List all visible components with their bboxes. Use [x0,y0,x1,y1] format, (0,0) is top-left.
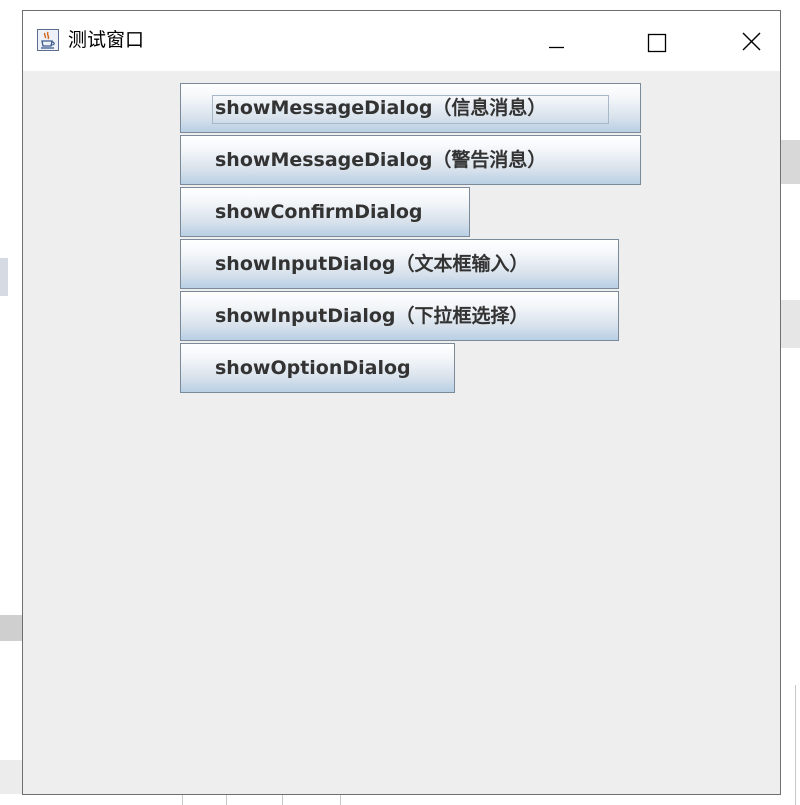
background-strip [0,760,22,794]
java-cup-icon [37,29,59,51]
button-label: showMessageDialog（警告消息） [215,149,547,171]
content-pane: showMessageDialog（信息消息） showMessageDialo… [23,71,780,794]
background-line [182,795,183,805]
background-line [340,795,341,805]
button-label: showInputDialog（文本框输入） [215,253,529,275]
desktop-background: 测试窗口 showMessageDialog（信息消息） showMessage… [0,0,800,805]
background-strip [0,258,8,296]
button-label: showInputDialog（下拉框选择） [215,305,529,327]
maximize-icon [647,33,667,53]
app-window: 测试窗口 showMessageDialog（信息消息） showMessage… [22,10,781,795]
show-message-dialog-warning-button[interactable]: showMessageDialog（警告消息） [180,135,641,185]
window-title: 测试窗口 [68,29,145,51]
title-bar[interactable]: 测试窗口 [23,11,780,71]
show-option-dialog-button[interactable]: showOptionDialog [180,343,455,393]
button-label: showConfirmDialog [215,201,423,223]
minimize-icon [549,46,564,49]
button-label: showMessageDialog（信息消息） [215,97,547,119]
close-icon [742,32,761,51]
background-strip [781,140,800,184]
show-confirm-dialog-button[interactable]: showConfirmDialog [180,187,470,237]
minimize-button[interactable] [533,21,579,61]
show-message-dialog-info-button[interactable]: showMessageDialog（信息消息） [180,83,641,133]
background-line [795,685,796,805]
background-strip [781,300,800,348]
show-input-dialog-combobox-button[interactable]: showInputDialog（下拉框选择） [180,291,619,341]
background-line [226,795,227,805]
close-button[interactable] [729,21,775,61]
background-strip [0,615,22,641]
button-label: showOptionDialog [215,357,411,379]
show-input-dialog-textfield-button[interactable]: showInputDialog（文本框输入） [180,239,619,289]
background-line [282,795,283,805]
maximize-button[interactable] [634,21,680,61]
